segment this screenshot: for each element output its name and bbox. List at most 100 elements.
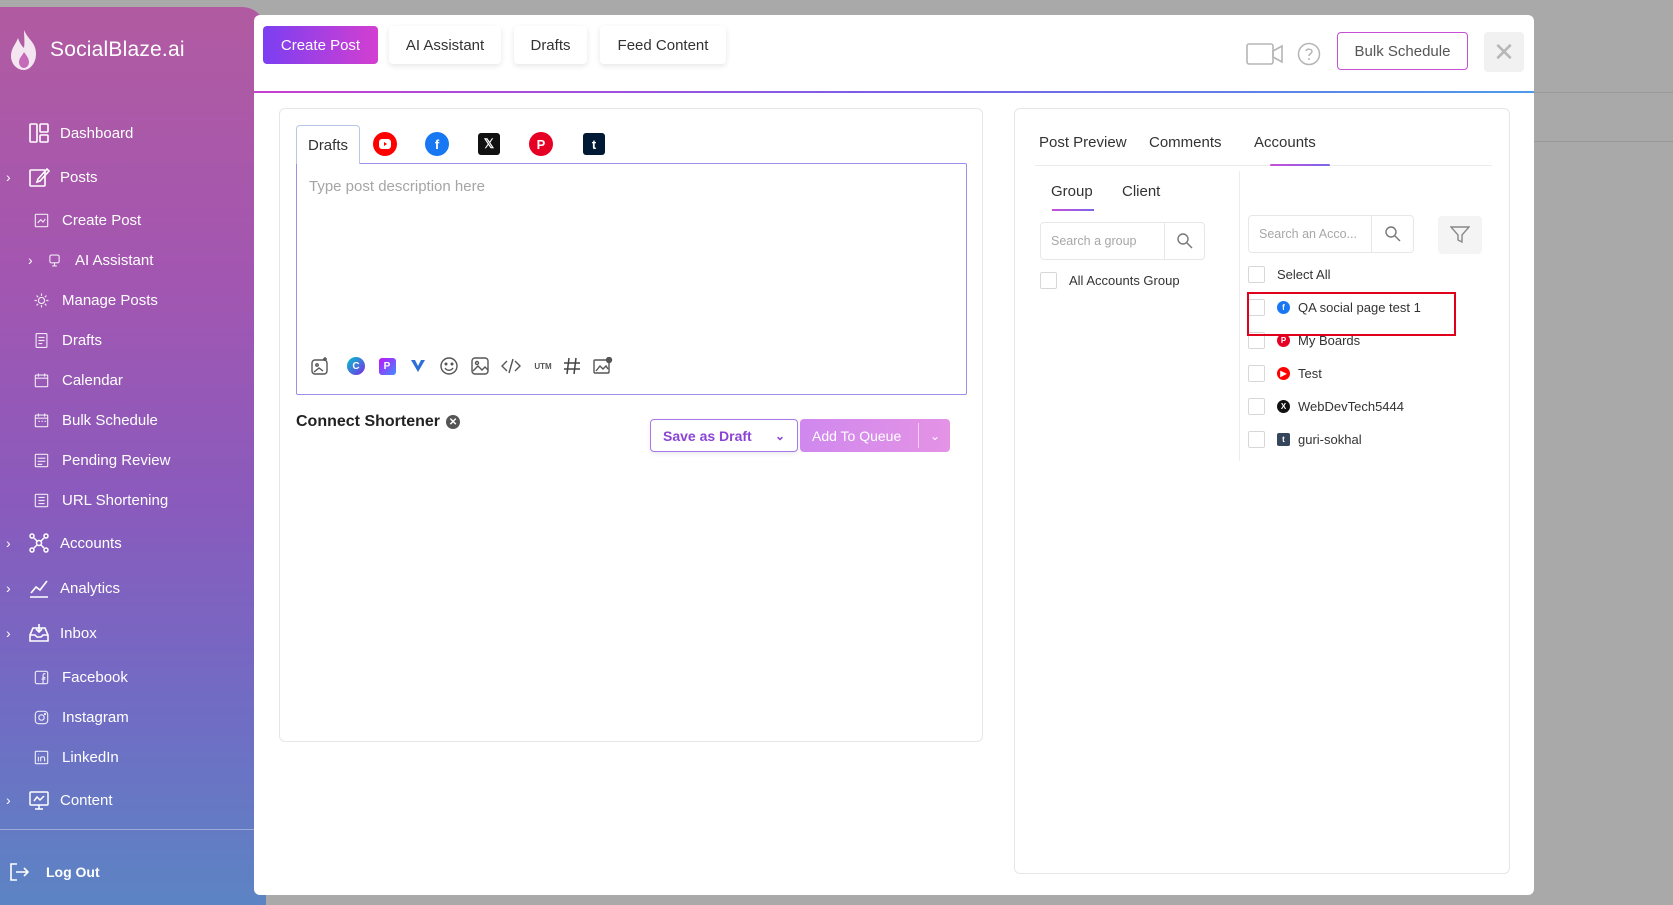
hashtag-icon[interactable]: [561, 355, 583, 377]
sidebar-item-manage-posts[interactable]: Manage Posts: [30, 285, 158, 315]
tumblr-icon: t: [1277, 433, 1290, 446]
checkbox[interactable]: [1248, 431, 1265, 448]
link-icon: [30, 489, 52, 511]
account-search: [1248, 215, 1414, 253]
media-gallery-icon[interactable]: [469, 355, 491, 377]
sidebar-item-drafts[interactable]: Drafts: [30, 325, 102, 355]
column-divider: [1239, 171, 1240, 461]
sidebar-item-create-post[interactable]: Create Post: [30, 205, 141, 235]
chevron-down-icon[interactable]: ⌄: [930, 429, 940, 443]
tab-comments[interactable]: Comments: [1149, 134, 1222, 151]
chevron-down-icon[interactable]: ⌄: [775, 429, 785, 443]
tab-create-post[interactable]: Create Post: [263, 26, 378, 64]
close-button[interactable]: ✕: [1484, 32, 1524, 72]
account-item[interactable]: ▶ Test: [1248, 365, 1322, 382]
sidebar-item-label: Pending Review: [62, 451, 171, 469]
brand-logo[interactable]: SocialBlaze.ai: [6, 28, 185, 72]
post-editor-panel: Drafts f 𝕏 P t C P UTM: [279, 108, 983, 742]
sidebar-item-label: Manage Posts: [62, 291, 158, 309]
connect-shortener-label: Connect Shortener: [296, 413, 441, 430]
sidebar-item-inbox[interactable]: › Inbox: [0, 618, 97, 648]
chevron-right-icon: ›: [6, 535, 11, 551]
tab-post-preview[interactable]: Post Preview: [1039, 134, 1127, 151]
sidebar-item-content[interactable]: › Content: [0, 785, 113, 815]
checkbox[interactable]: [1040, 272, 1057, 289]
group-all-accounts[interactable]: All Accounts Group: [1040, 272, 1180, 289]
image-library-icon[interactable]: [592, 355, 614, 377]
bulk-schedule-button[interactable]: Bulk Schedule: [1337, 32, 1468, 70]
button-separator: [918, 423, 919, 448]
account-item[interactable]: t guri-sokhal: [1248, 431, 1362, 448]
tab-feed-content[interactable]: Feed Content: [600, 26, 726, 64]
sidebar-item-label: Analytics: [60, 579, 121, 597]
add-to-queue-button[interactable]: Add To Queue ⌄: [800, 419, 950, 452]
filter-button[interactable]: [1438, 216, 1482, 254]
tab-drafts-editor[interactable]: Drafts: [296, 125, 360, 164]
header-gradient-line: [254, 91, 1534, 93]
close-circle-icon[interactable]: ✕: [446, 415, 461, 429]
chevron-right-icon: ›: [6, 169, 11, 185]
logout-button[interactable]: Log Out: [8, 857, 100, 887]
sidebar-item-instagram[interactable]: Instagram: [30, 702, 129, 732]
checkbox[interactable]: [1248, 266, 1265, 283]
sidebar-item-label: AI Assistant: [75, 251, 154, 269]
sidebar-item-analytics[interactable]: › Analytics: [0, 573, 120, 603]
platform-facebook[interactable]: f: [424, 125, 450, 163]
account-name: WebDevTech5444: [1298, 399, 1404, 414]
sidebar-item-dashboard[interactable]: Dashboard: [28, 118, 133, 148]
sidebar-item-pending-review[interactable]: Pending Review: [30, 445, 170, 475]
ai-image-icon[interactable]: [309, 355, 331, 377]
x-icon: X: [1277, 400, 1290, 413]
canva-icon[interactable]: C: [345, 355, 367, 377]
connect-shortener[interactable]: Connect Shortener ✕: [296, 413, 461, 431]
filter-icon: [1450, 226, 1470, 244]
tab-accounts[interactable]: Accounts: [1254, 134, 1316, 151]
sidebar-item-url-shortening[interactable]: URL Shortening: [30, 485, 168, 515]
platform-youtube[interactable]: [372, 125, 398, 163]
search-icon[interactable]: [1371, 216, 1413, 252]
sidebar-item-accounts[interactable]: › Accounts: [0, 528, 122, 558]
subtab-group[interactable]: Group: [1051, 183, 1093, 200]
video-tutorial-icon[interactable]: [1246, 42, 1284, 66]
help-icon[interactable]: [1297, 42, 1321, 66]
sidebar-item-facebook[interactable]: Facebook: [30, 662, 128, 692]
search-icon[interactable]: [1164, 223, 1204, 259]
code-icon[interactable]: [500, 355, 522, 377]
facebook-icon: [30, 666, 52, 688]
sidebar-item-calendar[interactable]: Calendar: [30, 365, 123, 395]
emoji-icon[interactable]: [438, 355, 460, 377]
tab-drafts[interactable]: Drafts: [514, 26, 587, 64]
calendar-icon: [30, 409, 52, 431]
utm-icon[interactable]: UTM: [531, 355, 555, 377]
sidebar-item-bulk-schedule[interactable]: Bulk Schedule: [30, 405, 158, 435]
sidebar-item-posts[interactable]: › Posts: [0, 162, 98, 192]
vista-icon[interactable]: [407, 355, 429, 377]
tab-ai-assistant[interactable]: AI Assistant: [389, 26, 501, 64]
group-search-input[interactable]: [1041, 234, 1161, 248]
gear-icon: [30, 289, 52, 311]
post-description-input[interactable]: [297, 164, 966, 334]
select-all[interactable]: Select All: [1248, 266, 1330, 283]
save-as-draft-button[interactable]: Save as Draft ⌄: [650, 419, 798, 452]
account-search-input[interactable]: [1249, 227, 1371, 241]
checkbox[interactable]: [1248, 398, 1265, 415]
create-post-icon: [30, 209, 52, 231]
tumblr-icon: t: [583, 133, 605, 155]
platform-pinterest[interactable]: P: [528, 125, 554, 163]
checkbox[interactable]: [1248, 365, 1265, 382]
active-tab-indicator: [1270, 164, 1330, 166]
platform-x[interactable]: 𝕏: [476, 125, 502, 163]
flame-icon: [11, 30, 36, 70]
sidebar-item-linkedin[interactable]: LinkedIn: [30, 742, 119, 772]
modal-header: Create Post AI Assistant Drafts Feed Con…: [254, 15, 1534, 93]
account-item[interactable]: X WebDevTech5444: [1248, 398, 1404, 415]
youtube-icon: [373, 132, 397, 156]
sidebar-item-label: Create Post: [62, 211, 142, 229]
pinterest-icon: P: [529, 132, 553, 156]
chart-icon: [28, 577, 50, 599]
sidebar-item-ai-assistant[interactable]: › AI Assistant: [0, 245, 153, 275]
picsart-icon[interactable]: P: [376, 355, 398, 377]
platform-tumblr[interactable]: t: [581, 125, 607, 163]
subtab-client[interactable]: Client: [1122, 183, 1160, 200]
sidebar-item-label: LinkedIn: [62, 748, 119, 766]
